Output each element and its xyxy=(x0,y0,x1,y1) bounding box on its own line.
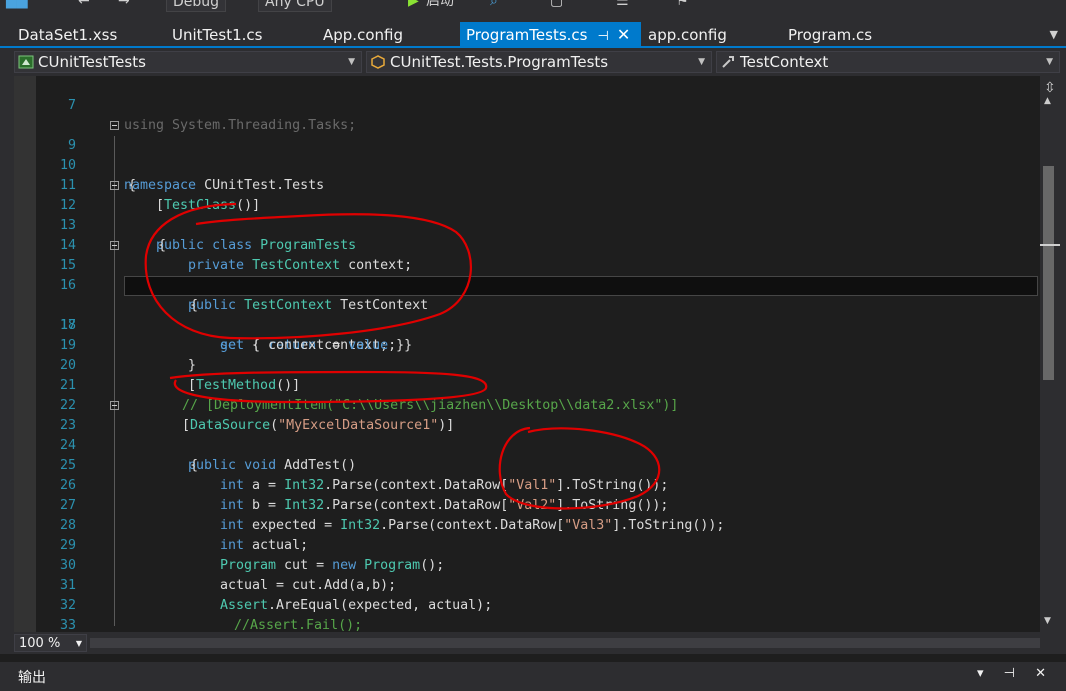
find-icon[interactable]: ⌕ xyxy=(490,0,498,10)
tab-label: ProgramTests.cs xyxy=(466,26,588,44)
type-dropdown[interactable]: CUnitTest.Tests.ProgramTests ▼ xyxy=(366,51,712,73)
member-dropdown[interactable]: TestContext ▼ xyxy=(716,51,1060,73)
code-line-30: 30 actual = cut.Add(a,b); xyxy=(14,536,1040,593)
start-icon[interactable]: ▶ xyxy=(408,0,419,10)
code-line-25: 25 int a = Int32.Parse(context.DataRow["… xyxy=(14,436,1040,493)
chevron-down-icon: ▼ xyxy=(698,57,705,67)
test-project-icon xyxy=(18,55,34,69)
zoom-value: 100 % xyxy=(19,636,61,651)
member-name: TestContext xyxy=(740,53,829,71)
code-line-15: 15 public TestContext TestContext xyxy=(14,236,1040,313)
tab-app-config[interactable]: App.config xyxy=(323,22,403,46)
save-icon[interactable]: ▢ xyxy=(550,0,563,10)
code-line-32: 32 //Assert.Fail(); xyxy=(14,576,1040,632)
tab-app-config-lower[interactable]: app.config xyxy=(648,22,727,46)
code-line-17: 17 get { return context; } xyxy=(14,276,1040,353)
code-line-28: 28 int actual; xyxy=(14,496,1040,553)
code-line-11: 11 [TestClass()] xyxy=(14,156,1040,213)
tab-program-cs[interactable]: Program.cs xyxy=(788,22,872,46)
code-line-10: 10 { xyxy=(14,136,1040,193)
code-line-18: 18 set { context = value; } xyxy=(14,296,1040,353)
caret-position-marker xyxy=(1040,244,1060,246)
output-panel-header: 输出 ▾ ⊣ ✕ xyxy=(0,654,1066,691)
code-line-34: 34 } xyxy=(14,616,1040,632)
navigation-bar: CUnitTestTests ▼ CUnitTest.Tests.ProgramT… xyxy=(0,48,1066,76)
tab-dataset1-xss[interactable]: DataSet1.xss xyxy=(18,22,117,46)
collapse-icon[interactable] xyxy=(110,241,119,250)
code-line-29: 29 Program cut = new Program(); xyxy=(14,516,1040,573)
current-line-highlight xyxy=(124,276,1038,296)
code-line-16: 16 { xyxy=(14,256,1040,313)
code-line-13: 13 { xyxy=(14,196,1040,253)
code-line-27: 27 int expected = Int32.Parse(context.Da… xyxy=(14,476,1040,533)
document-tab-bar: DataSet1.xss UnitTest1.cs App.config Pro… xyxy=(0,22,1066,48)
tab-label: app.config xyxy=(648,26,727,44)
code-line-9: 9 namespace CUnitTest.Tests xyxy=(14,116,1040,193)
collapse-icon[interactable] xyxy=(110,181,119,190)
collapse-icon[interactable] xyxy=(110,121,119,130)
panel-controls[interactable]: ▾ ⊣ ✕ xyxy=(977,666,1054,681)
comment-icon[interactable]: ☰ xyxy=(616,0,629,10)
code-editor[interactable]: 7 using System.Threading.Tasks; 9 namesp… xyxy=(14,76,1040,632)
chevron-down-icon: ▼ xyxy=(348,57,355,67)
scrollbar-thumb[interactable] xyxy=(1043,166,1054,380)
code-line-21: 21 // [DeploymentItem("C:\\Users\\jiazhe… xyxy=(14,356,1040,413)
property-icon xyxy=(722,56,734,68)
back-icon[interactable]: ← xyxy=(78,0,90,10)
project-dropdown[interactable]: CUnitTestTests ▼ xyxy=(14,51,362,73)
type-name: CUnitTest.Tests.ProgramTests xyxy=(390,53,609,71)
code-line-20: 20 [TestMethod()] xyxy=(14,336,1040,393)
tab-overflow-icon[interactable]: ▼ xyxy=(1050,28,1058,41)
output-title: 输出 xyxy=(18,670,46,686)
tab-label: DataSet1.xss xyxy=(18,26,118,44)
start-button[interactable]: 启动 xyxy=(426,0,454,10)
project-name: CUnitTestTests xyxy=(38,53,146,71)
chevron-down-icon: ▼ xyxy=(75,639,82,648)
configuration-dropdown[interactable]: Debug xyxy=(166,0,227,12)
line-number: 7 xyxy=(67,98,76,113)
code-line-22: 22 [DataSource("MyExcelDataSource1")] xyxy=(14,376,1040,433)
horizontal-scrollbar[interactable] xyxy=(90,638,1040,648)
code-line-7: 7 using System.Threading.Tasks; xyxy=(14,76,1040,133)
left-tool-strip xyxy=(0,76,14,632)
code-line-23: 23 public void AddTest() xyxy=(14,396,1040,473)
code-line-24: 24 { xyxy=(14,416,1040,473)
close-tab-icon[interactable]: ✕ xyxy=(617,25,630,44)
pin-icon[interactable]: ⊣ xyxy=(597,29,608,44)
vertical-scrollbar[interactable]: ⇳ ▲ ▼ xyxy=(1040,76,1066,632)
collapse-icon[interactable] xyxy=(110,401,119,410)
editor-status-bar: 100 % ▼ xyxy=(0,632,1066,654)
scroll-up-icon[interactable]: ▲ xyxy=(1044,96,1051,106)
class-icon xyxy=(371,55,385,69)
code-line-33: 33 } xyxy=(14,596,1040,632)
code-line-26: 26 int b = Int32.Parse(context.DataRow["… xyxy=(14,456,1040,513)
zoom-dropdown[interactable]: 100 % ▼ xyxy=(14,634,87,652)
code-line-12: 12 public class ProgramTests xyxy=(14,176,1040,253)
scroll-down-icon[interactable]: ▼ xyxy=(1044,616,1051,626)
main-toolbar: ▇▇ ← → Debug Any CPU ▶ 启动 ⌕ ▢ ☰ ⚑ xyxy=(0,0,1066,22)
code-line-31: 31 Assert.AreEqual(expected, actual); xyxy=(14,556,1040,613)
platform-dropdown[interactable]: Any CPU xyxy=(258,0,332,12)
forward-icon[interactable]: → xyxy=(118,0,130,10)
tab-programtests-cs[interactable]: ProgramTests.cs ⊣ ✕ xyxy=(460,22,641,46)
tab-label: UnitTest1.cs xyxy=(172,26,263,44)
bookmark-icon[interactable]: ⚑ xyxy=(676,0,689,10)
code-line-19: 19 } xyxy=(14,316,1040,373)
tab-unittest1-cs[interactable]: UnitTest1.cs xyxy=(172,22,262,46)
tab-label: App.config xyxy=(323,26,403,44)
solution-icon[interactable]: ▇▇ xyxy=(6,0,28,10)
split-window-icon[interactable]: ⇳ xyxy=(1044,80,1056,96)
tab-label: Program.cs xyxy=(788,26,873,44)
chevron-down-icon: ▼ xyxy=(1046,57,1053,67)
code-line-14: 14 private TestContext context; xyxy=(14,216,1040,273)
